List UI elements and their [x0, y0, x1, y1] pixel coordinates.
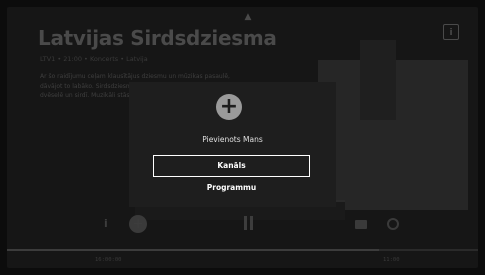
- add-to-my-dialog: + Pievienots Mans Kanāls Programmu: [129, 82, 336, 207]
- video-tower-shape: [360, 40, 396, 120]
- chat-icon[interactable]: [355, 220, 367, 229]
- progress-fill: [7, 249, 380, 251]
- info-control-icon[interactable]: i: [104, 217, 108, 230]
- time-end: 11:00: [383, 257, 400, 263]
- program-title: Latvijas Sirdsdziesma: [38, 26, 277, 50]
- chevron-up-icon[interactable]: ▲: [243, 13, 253, 22]
- settings-icon[interactable]: [387, 218, 399, 230]
- info-icon[interactable]: i: [443, 24, 459, 40]
- pause-icon[interactable]: [244, 216, 254, 230]
- option-program-button[interactable]: Programmu: [153, 177, 310, 199]
- plus-icon: +: [216, 94, 242, 120]
- tv-player-screen: ▲ Latvijas Sirdsdziesma LTV1 • 21:00 • K…: [0, 0, 485, 275]
- option-channel-button[interactable]: Kanāls: [153, 155, 310, 177]
- time-start: 16:00:00: [95, 257, 122, 263]
- dialog-message: Pievienots Mans: [202, 135, 263, 144]
- program-subtitle: LTV1 • 21:00 • Koncerts • Latvija: [40, 55, 148, 63]
- progress-bar[interactable]: [7, 249, 478, 251]
- plus-circle-icon[interactable]: +: [129, 215, 147, 233]
